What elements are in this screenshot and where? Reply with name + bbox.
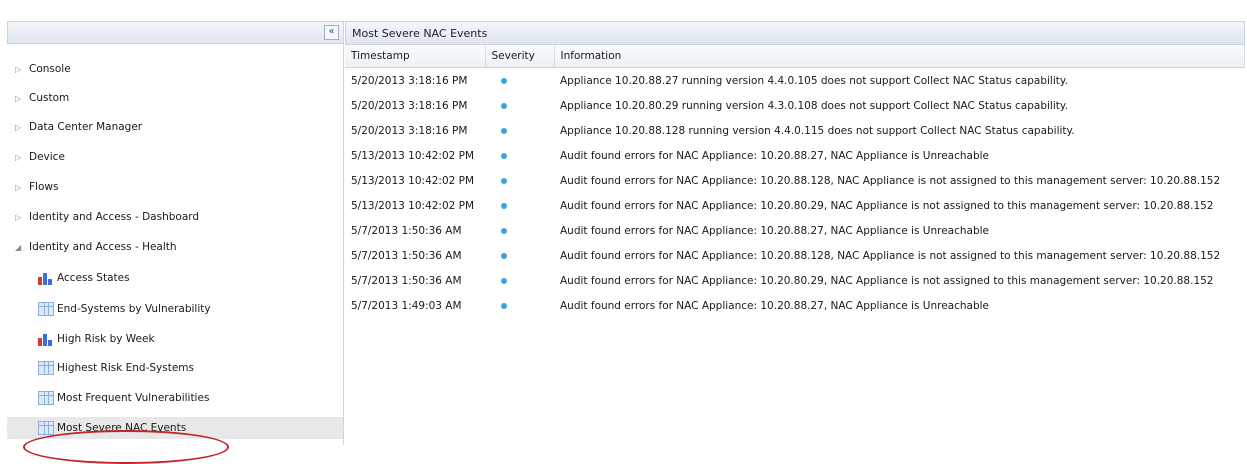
report-item-end-systems-by-vulnerability[interactable]: End-Systems by Vulnerability — [7, 298, 343, 320]
information-cell: Audit found errors for NAC Appliance: 10… — [560, 299, 989, 312]
tree-item-label: Data Center Manager — [29, 121, 143, 133]
report-item-label: Most Severe NAC Events — [57, 422, 187, 434]
table-row[interactable]: 5/20/2013 3:18:16 PM Appliance 10.20.88.1… — [345, 118, 1245, 143]
table-header-row: Timestamp Severity Information — [345, 45, 1245, 68]
tree-item-label: Identity and Access - Dashboard — [29, 211, 200, 223]
severity-info-icon — [501, 177, 507, 184]
information-cell: Appliance 10.20.88.128 running version 4… — [560, 124, 1075, 137]
table-icon — [38, 421, 54, 435]
severity-cell — [485, 293, 554, 318]
table-icon — [38, 391, 54, 405]
information-cell: Appliance 10.20.80.29 running version 4.… — [560, 99, 1068, 112]
timestamp-cell: 5/20/2013 3:18:16 PM — [351, 99, 468, 112]
report-item-label: High Risk by Week — [57, 333, 155, 345]
collapsed-arrow-icon[interactable]: ▷ — [15, 94, 25, 103]
information-cell: Audit found errors for NAC Appliance: 10… — [560, 249, 1221, 262]
table-icon — [38, 302, 54, 316]
report-title: Most Severe NAC Events — [345, 21, 1245, 45]
table-row[interactable]: 5/20/2013 3:18:16 PM Appliance 10.20.88.2… — [345, 68, 1245, 94]
collapsed-arrow-icon[interactable]: ▷ — [15, 123, 25, 132]
table-icon — [38, 361, 54, 375]
column-header-information[interactable]: Information — [554, 45, 1245, 68]
table-row[interactable]: 5/7/2013 1:50:36 AM Audit found errors fo… — [345, 268, 1245, 293]
table-row[interactable]: 5/13/2013 10:42:02 PM Audit found errors … — [345, 193, 1245, 218]
table-row[interactable]: 5/13/2013 10:42:02 PM Audit found errors … — [345, 143, 1245, 168]
severity-cell — [485, 268, 554, 293]
severity-info-icon — [501, 227, 507, 234]
report-item-access-states[interactable]: Access States — [7, 267, 343, 289]
column-header-timestamp[interactable]: Timestamp — [345, 45, 486, 68]
bar-chart-icon — [38, 271, 54, 285]
severity-cell — [485, 168, 554, 193]
collapsed-arrow-icon[interactable]: ▷ — [15, 65, 25, 74]
severity-info-icon — [501, 102, 507, 109]
tree-item-identity-and-access-health[interactable]: ◢ Identity and Access - Health — [7, 236, 343, 258]
report-tree-panel: « ▷ Console ▷ Custom ▷ Data Center Manager ▷ De… — [7, 21, 344, 464]
timestamp-cell: 5/20/2013 3:18:16 PM — [351, 124, 468, 137]
report-item-most-frequent-vulnerabilities[interactable]: Most Frequent Vulnerabilities — [7, 387, 343, 409]
tree-item-label: Custom — [29, 92, 70, 104]
tree-item-label: Console — [29, 63, 71, 75]
severity-cell — [485, 68, 554, 94]
report-item-label: Access States — [57, 272, 130, 284]
severity-info-icon — [501, 152, 507, 159]
information-cell: Audit found errors for NAC Appliance: 10… — [560, 224, 989, 237]
timestamp-cell: 5/13/2013 10:42:02 PM — [351, 174, 475, 187]
severity-info-icon — [501, 277, 507, 284]
severity-cell — [485, 143, 554, 168]
report-item-high-risk-by-week[interactable]: High Risk by Week — [7, 328, 343, 350]
tree-item-flows[interactable]: ▷ Flows — [7, 176, 343, 198]
tree-item-custom[interactable]: ▷ Custom — [7, 87, 343, 109]
severity-cell — [485, 243, 554, 268]
timestamp-cell: 5/7/2013 1:50:36 AM — [351, 224, 462, 237]
severity-cell — [485, 118, 554, 143]
report-item-label: Most Frequent Vulnerabilities — [57, 392, 210, 404]
tree-item-console[interactable]: ▷ Console — [7, 58, 343, 80]
information-cell: Appliance 10.20.88.27 running version 4.… — [560, 74, 1068, 87]
table-row[interactable]: 5/7/2013 1:49:03 AM Audit found errors fo… — [345, 293, 1245, 318]
events-table: Timestamp Severity Information 5/20/2013… — [345, 45, 1245, 318]
information-cell: Audit found errors for NAC Appliance: 10… — [560, 149, 989, 162]
tree-item-data-center-manager[interactable]: ▷ Data Center Manager — [7, 116, 343, 138]
table-row[interactable]: 5/7/2013 1:50:36 AM Audit found errors fo… — [345, 243, 1245, 268]
collapsed-arrow-icon[interactable]: ▷ — [15, 153, 25, 162]
tree-item-identity-and-access-dashboard[interactable]: ▷ Identity and Access - Dashboard — [7, 206, 343, 228]
tree-item-label: Identity and Access - Health — [29, 241, 177, 253]
severity-info-icon — [501, 252, 507, 259]
timestamp-cell: 5/13/2013 10:42:02 PM — [351, 149, 475, 162]
severity-cell — [485, 218, 554, 243]
severity-info-icon — [501, 77, 507, 84]
report-panel: Most Severe NAC Events Timestamp Severit… — [345, 21, 1245, 445]
collapsed-arrow-icon[interactable]: ▷ — [15, 183, 25, 192]
severity-info-icon — [501, 302, 507, 309]
timestamp-cell: 5/7/2013 1:50:36 AM — [351, 274, 462, 287]
severity-info-icon — [501, 127, 507, 134]
information-cell: Audit found errors for NAC Appliance: 10… — [560, 274, 1214, 287]
tree-item-device[interactable]: ▷ Device — [7, 146, 343, 168]
tree-panel-header: « — [7, 21, 343, 44]
expanded-arrow-icon[interactable]: ◢ — [15, 243, 25, 252]
information-cell: Audit found errors for NAC Appliance: 10… — [560, 174, 1221, 187]
timestamp-cell: 5/13/2013 10:42:02 PM — [351, 199, 475, 212]
column-header-severity[interactable]: Severity — [485, 45, 555, 68]
report-item-label: Highest Risk End-Systems — [57, 362, 194, 374]
information-cell: Audit found errors for NAC Appliance: 10… — [560, 199, 1214, 212]
timestamp-cell: 5/7/2013 1:50:36 AM — [351, 249, 462, 262]
collapsed-arrow-icon[interactable]: ▷ — [15, 213, 25, 222]
table-row[interactable]: 5/13/2013 10:42:02 PM Audit found errors … — [345, 168, 1245, 193]
bar-chart-icon — [38, 332, 54, 346]
timestamp-cell: 5/7/2013 1:49:03 AM — [351, 299, 462, 312]
report-item-most-severe-nac-events[interactable]: Most Severe NAC Events — [7, 417, 343, 439]
collapse-panel-button[interactable]: « — [324, 25, 339, 40]
report-item-highest-risk-end-systems[interactable]: Highest Risk End-Systems — [7, 357, 343, 379]
severity-cell — [485, 193, 554, 218]
table-row[interactable]: 5/7/2013 1:50:36 AM Audit found errors fo… — [345, 218, 1245, 243]
timestamp-cell: 5/20/2013 3:18:16 PM — [351, 74, 468, 87]
severity-info-icon — [501, 202, 507, 209]
severity-cell — [485, 93, 554, 118]
tree-item-label: Flows — [29, 181, 59, 193]
report-item-label: End-Systems by Vulnerability — [57, 303, 211, 315]
table-row[interactable]: 5/20/2013 3:18:16 PM Appliance 10.20.80.2… — [345, 93, 1245, 118]
tree-item-label: Device — [29, 151, 65, 163]
